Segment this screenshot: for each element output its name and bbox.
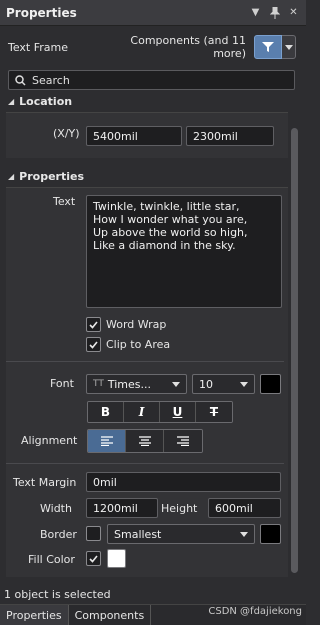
- border-width-value: Smallest: [114, 527, 162, 541]
- chevron-down-icon: [172, 382, 180, 387]
- object-type-label: Text Frame: [8, 40, 69, 54]
- watermark-text: CSDN @fdajiekong: [208, 606, 302, 617]
- align-left-button[interactable]: [88, 430, 126, 452]
- align-center-button[interactable]: [126, 430, 164, 452]
- font-family-dropdown[interactable]: TT Times...: [86, 374, 187, 394]
- clip-to-area-checkbox[interactable]: [86, 337, 101, 352]
- panel-titlebar: Properties ▼ ✕: [0, 0, 306, 26]
- checkmark-icon: [89, 321, 98, 329]
- width-value: 1200mil: [93, 501, 138, 515]
- height-label: Height: [161, 502, 198, 515]
- section-header-location[interactable]: ◢ Location: [0, 92, 290, 110]
- xy-label: (X/Y): [53, 127, 80, 140]
- align-center-icon: [138, 436, 151, 446]
- border-label: Border: [40, 528, 77, 541]
- font-label: Font: [50, 377, 74, 390]
- filter-button[interactable]: [254, 35, 282, 59]
- y-coordinate-value: 2300mil: [193, 129, 238, 143]
- text-margin-input[interactable]: 0mil: [86, 472, 281, 492]
- fill-color-label: Fill Color: [28, 553, 75, 566]
- text-format-buttons: B I U T: [87, 401, 233, 423]
- scrollbar-thumb[interactable]: [291, 128, 298, 573]
- collapse-triangle-icon: ◢: [8, 171, 15, 181]
- word-wrap-label: Word Wrap: [106, 318, 167, 331]
- divider: [6, 463, 284, 464]
- alignment-buttons: [87, 429, 203, 453]
- text-label: Text: [53, 195, 76, 208]
- underline-button-label: U: [172, 405, 183, 419]
- status-text: 1 object is selected: [4, 588, 111, 601]
- pin-icon[interactable]: [268, 6, 281, 19]
- search-input[interactable]: Search: [8, 70, 295, 90]
- font-size-value: 10: [199, 377, 213, 391]
- search-icon: [15, 74, 26, 86]
- checkmark-icon: [89, 555, 98, 563]
- chevron-down-icon: [240, 382, 248, 387]
- dropdown-arrow-icon[interactable]: ▼: [249, 6, 262, 19]
- font-size-dropdown[interactable]: 10: [192, 374, 255, 394]
- bold-button-label: B: [100, 405, 111, 419]
- close-icon[interactable]: ✕: [287, 6, 300, 19]
- width-input[interactable]: 1200mil: [86, 498, 158, 518]
- panel-title: Properties: [6, 5, 77, 20]
- text-margin-value: 0mil: [93, 475, 117, 489]
- italic-button-label: I: [138, 405, 145, 419]
- word-wrap-checkbox[interactable]: [86, 317, 101, 332]
- border-color-swatch[interactable]: [260, 524, 281, 544]
- align-left-icon: [100, 436, 113, 446]
- tab-components[interactable]: Components: [69, 605, 152, 625]
- italic-button[interactable]: I: [124, 402, 160, 422]
- font-family-value: Times...: [107, 377, 151, 391]
- width-label: Width: [40, 502, 72, 515]
- section-header-properties[interactable]: ◢ Properties: [0, 167, 290, 185]
- divider: [6, 361, 284, 362]
- height-input[interactable]: 600mil: [208, 498, 281, 518]
- section-title-properties: Properties: [19, 169, 84, 183]
- chevron-down-icon: [240, 532, 248, 537]
- truetype-font-icon: TT: [93, 379, 104, 389]
- alignment-label: Alignment: [21, 434, 78, 447]
- strikethrough-button-label: T: [209, 405, 219, 419]
- x-coordinate-value: 5400mil: [93, 129, 138, 143]
- section-title-location: Location: [19, 94, 73, 108]
- text-content-textarea[interactable]: Twinkle, twinkle, little star, How I won…: [86, 195, 282, 308]
- search-placeholder: Search: [32, 73, 70, 87]
- collapse-triangle-icon: ◢: [8, 96, 15, 106]
- selection-filter-summary: Components (and 11 more): [130, 34, 246, 60]
- bold-button[interactable]: B: [88, 402, 124, 422]
- align-right-button[interactable]: [164, 430, 202, 452]
- font-color-swatch[interactable]: [260, 374, 281, 394]
- selection-filter-row: Text Frame Components (and 11 more): [0, 30, 306, 64]
- x-coordinate-input[interactable]: 5400mil: [86, 126, 182, 146]
- chevron-down-icon: [284, 44, 293, 50]
- checkmark-icon: [89, 341, 98, 349]
- fill-color-swatch[interactable]: [107, 549, 126, 568]
- fill-color-checkbox[interactable]: [86, 551, 101, 566]
- tab-properties[interactable]: Properties: [0, 605, 69, 625]
- border-checkbox[interactable]: [86, 526, 101, 541]
- align-right-icon: [177, 436, 189, 446]
- funnel-icon: [262, 42, 274, 52]
- vertical-scrollbar[interactable]: [290, 112, 298, 577]
- strikethrough-button[interactable]: T: [196, 402, 232, 422]
- y-coordinate-input[interactable]: 2300mil: [186, 126, 274, 146]
- text-margin-label: Text Margin: [13, 476, 77, 489]
- clip-to-area-label: Clip to Area: [106, 338, 171, 351]
- border-width-dropdown[interactable]: Smallest: [107, 524, 255, 544]
- filter-dropdown-button[interactable]: [282, 35, 296, 59]
- height-value: 600mil: [215, 501, 253, 515]
- underline-button[interactable]: U: [160, 402, 196, 422]
